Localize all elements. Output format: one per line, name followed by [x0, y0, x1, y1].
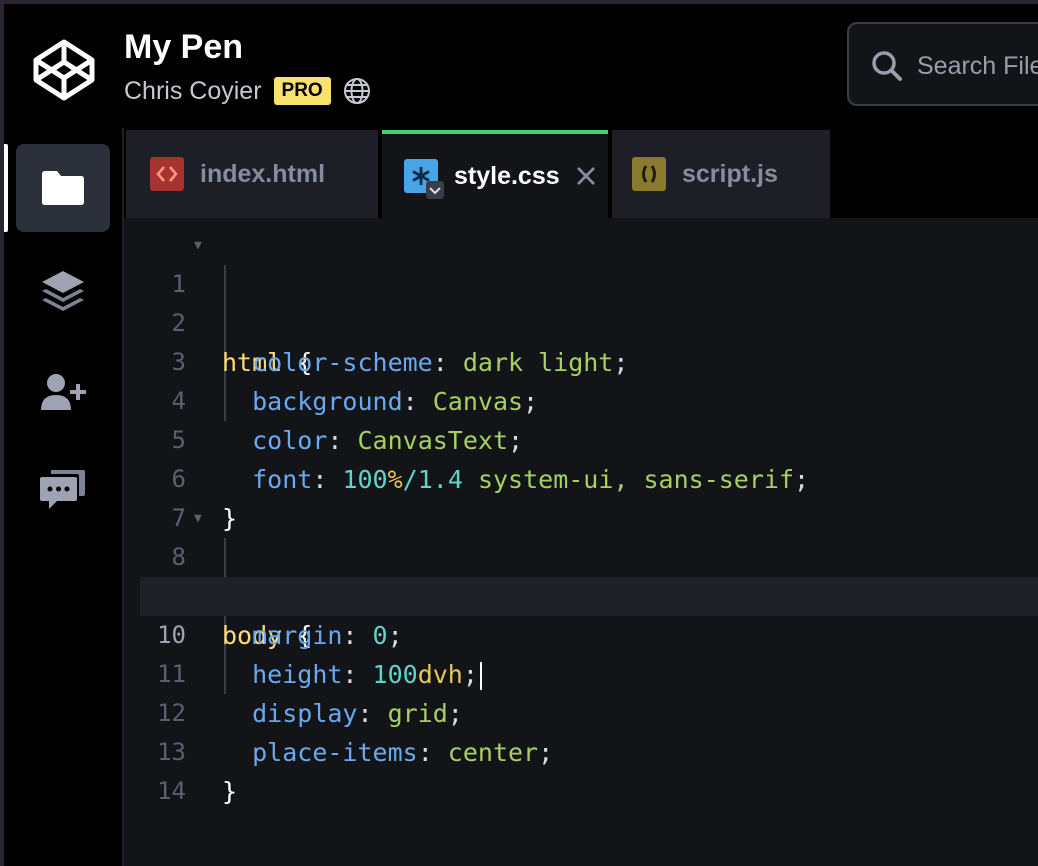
- globe-icon[interactable]: [343, 77, 371, 105]
- author-row: Chris Coyier PRO: [124, 76, 371, 106]
- code-line: 13 }: [124, 694, 1038, 806]
- sidebar-item-collaborate[interactable]: [16, 348, 110, 436]
- code-line: 8 ▼ body {: [124, 499, 1038, 650]
- code-line: 7: [124, 460, 1038, 532]
- sidebar-item-files[interactable]: [16, 144, 110, 232]
- code-line: 3 background: Canvas;: [124, 304, 1038, 416]
- code-line: 12 place-items: center;: [124, 655, 1038, 767]
- tab-index-html[interactable]: index.html: [126, 130, 378, 218]
- tab-script-js[interactable]: script.js: [612, 130, 830, 218]
- code-area[interactable]: 1 ▼ html { 2 color-scheme: dark light; 3…: [124, 226, 1038, 806]
- fold-arrow-icon[interactable]: ▼: [194, 226, 202, 265]
- search-placeholder: Search File: [917, 52, 1038, 80]
- pro-badge: PRO: [273, 77, 331, 105]
- search-icon: [872, 51, 902, 81]
- author-name[interactable]: Chris Coyier: [124, 78, 262, 104]
- html-icon: [150, 157, 184, 191]
- active-indicator: [4, 144, 8, 232]
- folder-icon: [42, 171, 84, 205]
- code-line: 1 ▼ html {: [124, 226, 1038, 377]
- comments-icon: [40, 470, 85, 509]
- tab-label: script.js: [682, 159, 778, 188]
- close-icon[interactable]: [574, 164, 598, 188]
- code-line: 14: [124, 733, 1038, 805]
- file-tabs: index.html style.css script.js: [124, 128, 1038, 218]
- pen-title[interactable]: My Pen: [124, 30, 243, 64]
- css-icon: [404, 159, 444, 199]
- tab-style-css[interactable]: style.css: [382, 130, 608, 218]
- add-user-icon: [41, 374, 86, 410]
- current-code-line: 10 height: 100dvh;: [140, 577, 1038, 690]
- header: My Pen Chris Coyier PRO Search File: [4, 4, 1038, 128]
- sidebar-item-comments[interactable]: [16, 446, 110, 534]
- code-line: 4 color: CanvasText;: [124, 343, 1038, 455]
- search-files-input[interactable]: Search File: [847, 22, 1038, 106]
- sidebar-item-assets[interactable]: [16, 246, 110, 334]
- code-line: 5 font: 100%/1.4 system-ui, sans-serif;: [124, 382, 1038, 494]
- fold-arrow-icon[interactable]: ▼: [194, 499, 202, 538]
- app-window: My Pen Chris Coyier PRO Search File inde…: [4, 4, 1038, 866]
- line-number: 14: [157, 777, 186, 805]
- codepen-logo-icon[interactable]: [32, 38, 96, 102]
- tab-label: index.html: [200, 159, 326, 188]
- layers-icon: [42, 271, 84, 311]
- tab-label: style.css: [454, 161, 560, 190]
- code-line: 6 }: [124, 421, 1038, 533]
- code-line: 9 margin: 0;: [124, 538, 1038, 650]
- code-line: 11 display: grid;: [124, 616, 1038, 728]
- code-editor: index.html style.css script.js 1 ▼ html …: [124, 128, 1038, 866]
- chevron-down-icon[interactable]: [426, 181, 444, 199]
- sidebar: [4, 128, 124, 866]
- js-icon: [632, 157, 666, 191]
- code-line: 2 color-scheme: dark light;: [124, 265, 1038, 377]
